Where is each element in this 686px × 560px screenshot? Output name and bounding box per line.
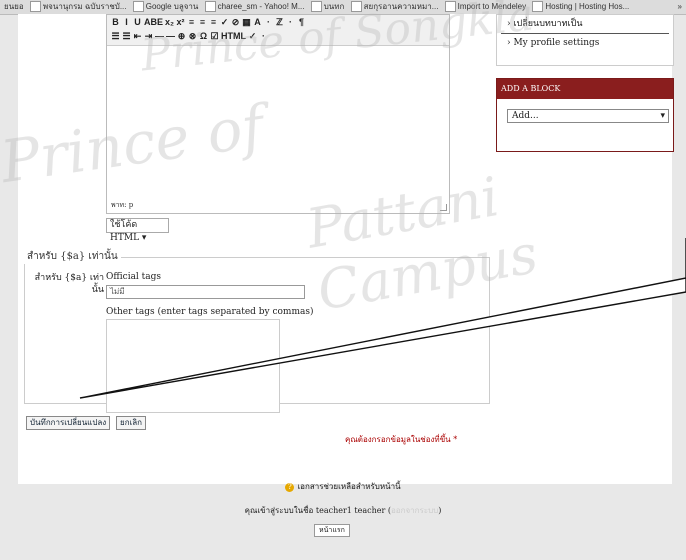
home-button[interactable]: หน้าแรก [314, 524, 350, 537]
editor-toolbar-button[interactable]: ☰ [111, 31, 120, 41]
editor-toolbar-button[interactable]: I [122, 17, 131, 27]
bookmark-item[interactable]: Hosting | Hosting Hos... [532, 0, 629, 14]
logout-link[interactable]: ออกจากระบบ [391, 506, 438, 515]
editor-path: พาท: p [111, 201, 134, 209]
cancel-button[interactable]: ยกเลิก [116, 416, 147, 430]
editor-toolbar-button[interactable]: U [133, 17, 142, 27]
other-tags-textarea[interactable] [106, 319, 280, 413]
bookmark-item[interactable]: ยนยอ [4, 0, 24, 14]
editor-toolbar-button[interactable]: ABE [144, 17, 163, 27]
page-icon [204, 1, 216, 13]
tags-legend: สำหรับ {$a} เท่านั้น [24, 249, 121, 264]
save-changes-button[interactable]: บันทึกการเปลี่ยนแปลง [26, 416, 111, 430]
required-fields-note: คุณต้องกรอกข้อมูลในช่องที่ขึ้น * [345, 435, 458, 444]
help-link-row: ? เอกสารช่วยเหลือสำหรับหน้านี้ [0, 480, 686, 493]
add-block-header: ADD A BLOCK [497, 79, 673, 99]
other-tags-label: Other tags (enter tags separated by comm… [106, 307, 314, 317]
login-info: คุณเข้าสู่ระบบในชื่อ teacher1 teacher (อ… [0, 504, 686, 517]
help-link[interactable]: เอกสารช่วยเหลือสำหรับหน้านี้ [297, 482, 400, 491]
page-icon [532, 1, 544, 13]
login-text: คุณเข้าสู่ระบบในชื่อ teacher1 teacher ( [244, 506, 391, 515]
page-icon [29, 1, 41, 13]
add-block-select[interactable]: Add... ▾ [507, 109, 669, 123]
editor-toolbar-button[interactable]: B [111, 17, 120, 27]
editor-toolbar-button[interactable]: x₂ [165, 17, 174, 27]
bookmarks-more-button[interactable]: » [678, 0, 682, 14]
format-select[interactable]: ใช้โค้ด HTML ▾ [106, 218, 169, 243]
login-text-end: ) [438, 506, 442, 515]
editor-toolbar-button[interactable]: ☰ [122, 31, 131, 41]
bookmark-item[interactable]: Google บลูจาน [132, 0, 198, 14]
help-icon: ? [285, 483, 295, 492]
tags-row-label: สำหรับ {$a} เท่า นั้น [34, 273, 104, 295]
bookmark-item[interactable]: charee_sm - Yahoo! M... [204, 0, 304, 14]
bookmark-item[interactable]: พจนานุกรม ฉบับราชบั... [29, 0, 127, 14]
page-icon [132, 1, 144, 13]
official-tags-select[interactable]: ไม่มี [106, 285, 305, 299]
dropdown-arrow-icon: ▾ [660, 111, 665, 121]
official-tags-label: Official tags [106, 272, 162, 282]
